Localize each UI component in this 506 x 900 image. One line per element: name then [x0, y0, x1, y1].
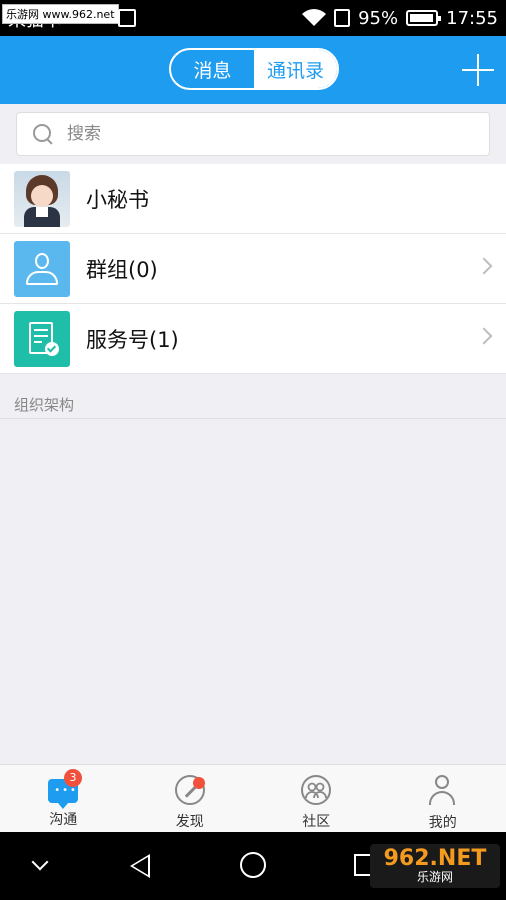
bottom-tabbar: ••• 3 沟通 发现 社区 我的 — [0, 764, 506, 832]
back-icon[interactable] — [130, 854, 150, 878]
list-item-label: 群组(0) — [86, 257, 158, 282]
tab-chat[interactable]: ••• 3 沟通 — [0, 765, 127, 832]
tab-discover[interactable]: 发现 — [127, 765, 254, 832]
search-input[interactable] — [67, 124, 447, 144]
gallery-icon — [118, 9, 136, 27]
section-title: 组织架构 — [14, 396, 75, 414]
secretary-avatar — [14, 170, 70, 227]
segment-control: 消息 通讯录 — [169, 48, 339, 90]
list-item-services[interactable]: 服务号(1) — [0, 304, 506, 374]
system-navbar: 962.NET 乐游网 — [0, 832, 506, 900]
chevron-right-icon — [475, 257, 493, 275]
unread-badge: 3 — [64, 769, 82, 787]
contact-list: 小秘书 群组(0) 服务号(1) — [0, 164, 506, 374]
chevron-down-icon[interactable] — [31, 853, 49, 871]
list-item-secretary[interactable]: 小秘书 — [0, 164, 506, 234]
watermark-logo: 962.NET 乐游网 — [370, 844, 500, 888]
search-icon — [33, 124, 53, 144]
app-header: 消息 通讯录 — [0, 36, 506, 104]
battery-percent: 95% — [358, 7, 399, 29]
list-item-label: 小秘书 — [86, 187, 149, 212]
clock: 17:55 — [446, 7, 498, 29]
community-icon — [301, 775, 332, 805]
notification-dot — [192, 777, 205, 789]
tab-label: 发现 — [175, 814, 204, 830]
list-item-groups[interactable]: 群组(0) — [0, 234, 506, 304]
service-icon — [14, 310, 70, 367]
tab-label: 社区 — [302, 814, 331, 830]
tab-label: 我的 — [428, 815, 457, 831]
tab-contacts[interactable]: 通讯录 — [254, 50, 337, 88]
tab-messages[interactable]: 消息 — [171, 50, 254, 88]
home-icon[interactable] — [240, 852, 266, 878]
tab-me[interactable]: 我的 — [380, 765, 506, 832]
list-item-label: 服务号(1) — [86, 327, 179, 352]
search-area — [0, 104, 506, 164]
section-header-organization[interactable]: 组织架构 — [0, 390, 506, 419]
battery-icon — [406, 10, 442, 26]
watermark-big: 962.NET — [383, 846, 487, 871]
wifi-icon — [302, 9, 327, 27]
watermark-small: 乐游网 — [416, 870, 453, 884]
tab-label: 沟通 — [49, 812, 78, 828]
watermark-top: 乐游网 www.962.net — [2, 4, 119, 24]
person-icon — [427, 775, 459, 806]
tab-community[interactable]: 社区 — [253, 765, 380, 832]
status-bar: 来猫卡 乐游网 www.962.net 95% 17:55 — [0, 0, 506, 36]
search-box[interactable] — [16, 112, 490, 156]
group-icon — [14, 240, 70, 297]
chevron-right-icon — [475, 327, 493, 345]
plus-icon[interactable] — [462, 54, 494, 86]
sim-icon — [334, 9, 351, 27]
